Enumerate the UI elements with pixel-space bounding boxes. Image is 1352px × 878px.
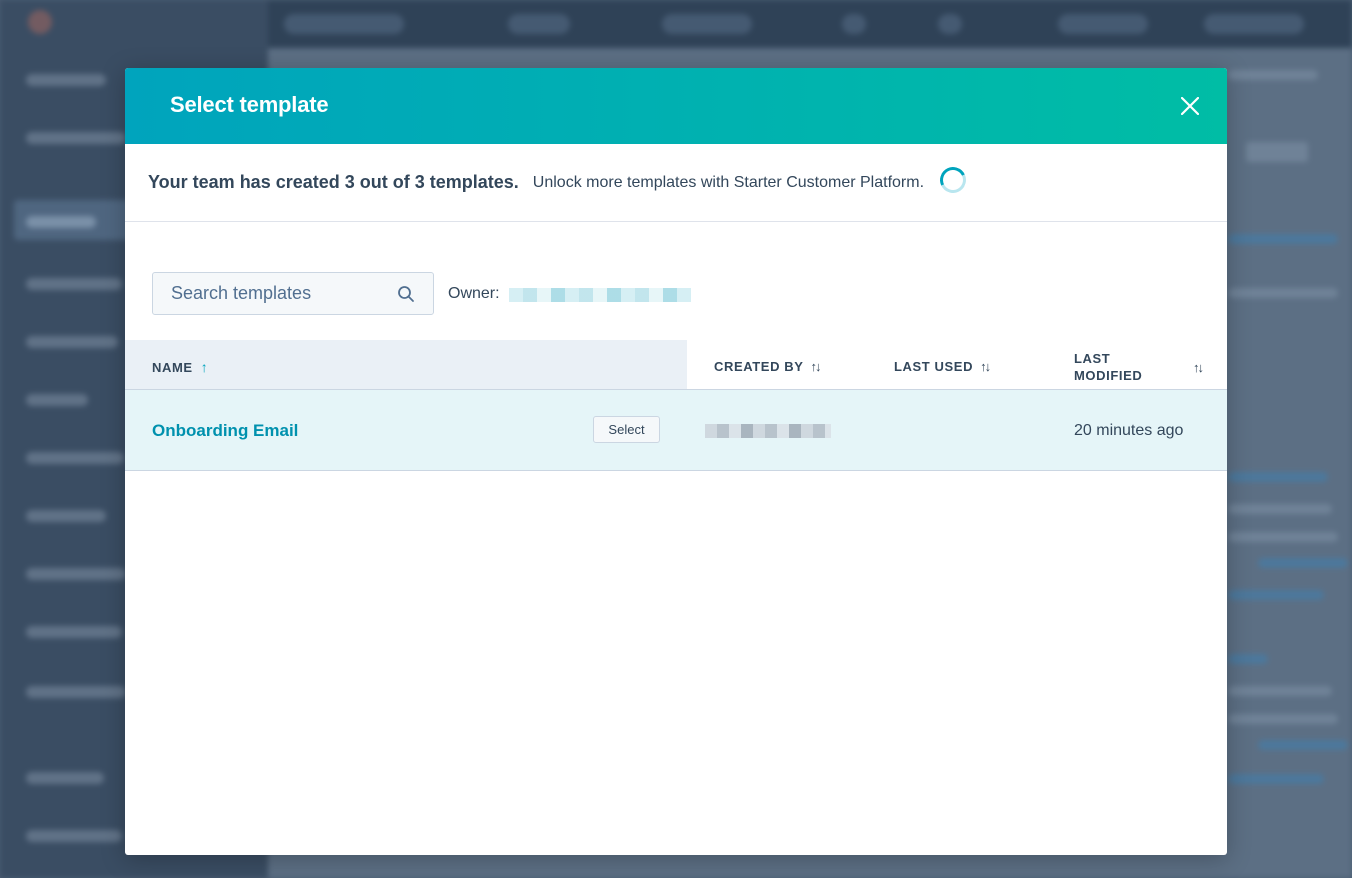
sort-ascending-icon: ↑ [200,359,209,375]
search-input[interactable] [153,273,401,314]
owner-label: Owner: [448,284,500,302]
created-by-value [705,424,831,438]
sort-icon: ↑↓ [810,359,822,374]
select-template-modal: Select template Your team has created 3 … [125,68,1227,855]
last-modified-value: 20 minutes ago [1074,422,1184,439]
close-icon [1181,97,1199,115]
sort-icon: ↑↓ [1193,359,1204,375]
table-row[interactable]: Onboarding Email Select 20 minutes ago [125,390,1227,471]
templates-table: NAME ↑ CREATED BY ↑↓ LAST USED ↑↓ LAST M… [125,340,1227,471]
column-label: LAST USED [894,359,974,374]
owner-dropdown[interactable] [508,287,691,302]
app-logo [28,10,52,34]
table-header: NAME ↑ CREATED BY ↑↓ LAST USED ↑↓ LAST M… [125,340,1227,390]
modal-title: Select template [170,92,329,117]
template-toolbar: Owner: [152,272,691,315]
loading-spinner-icon [936,162,970,197]
column-label: NAME [152,359,193,375]
close-button[interactable] [1175,91,1205,121]
background-topbar [268,0,1352,48]
column-header-last-used[interactable]: LAST USED ↑↓ [894,359,991,374]
sort-icon: ↑↓ [980,359,991,374]
search-icon[interactable] [397,285,415,303]
search-box [152,272,434,315]
template-limit-banner: Your team has created 3 out of 3 templat… [125,144,1227,222]
upgrade-message: Unlock more templates with Starter Custo… [532,173,925,191]
column-label: LAST MODIFIED [1074,351,1143,383]
limit-message: Your team has created 3 out of 3 templat… [148,172,519,192]
select-button[interactable]: Select [593,416,660,443]
template-name-link[interactable]: Onboarding Email [152,421,298,441]
column-header-created-by[interactable]: CREATED BY ↑↓ [714,359,822,374]
column-header-name[interactable]: NAME ↑ [152,359,208,375]
column-header-last-modified[interactable]: LAST MODIFIED ↑↓ [1074,350,1204,384]
column-label: CREATED BY [714,359,804,374]
modal-header: Select template [125,68,1227,144]
